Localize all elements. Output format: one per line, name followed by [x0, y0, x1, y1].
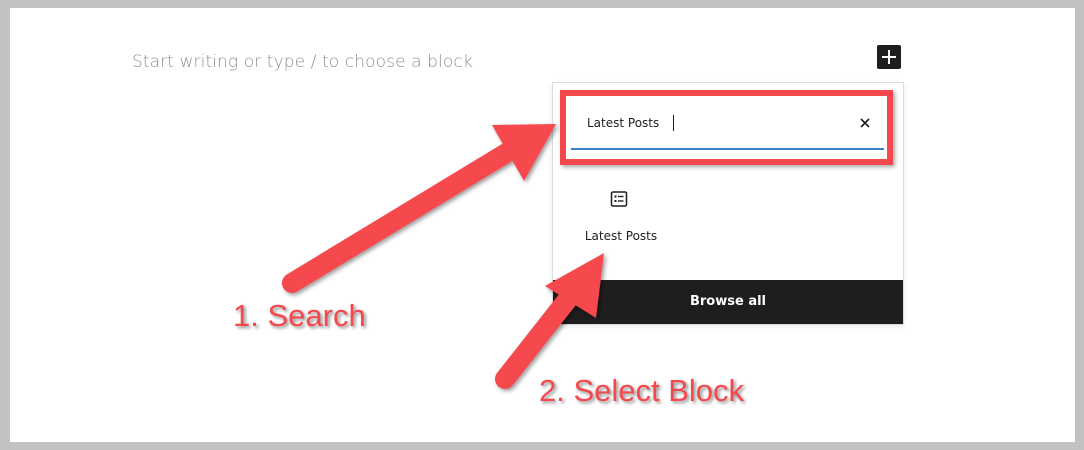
block-inserter-popover: Latest Posts Browse all [552, 82, 904, 325]
block-result-latest-posts[interactable]: Latest Posts [571, 179, 671, 259]
text-caret [673, 115, 674, 131]
browse-all-button[interactable]: Browse all [553, 280, 903, 324]
clear-search-button[interactable] [852, 111, 878, 135]
close-icon [860, 118, 870, 128]
post-list-icon [610, 191, 628, 207]
block-search-input[interactable] [571, 101, 884, 145]
block-search-field [571, 101, 884, 150]
plus-icon [882, 50, 896, 64]
add-block-button[interactable] [877, 45, 901, 69]
editor-placeholder[interactable]: Start writing or type / to choose a bloc… [132, 52, 473, 72]
search-focus-underline [571, 148, 884, 150]
editor-canvas: Start writing or type / to choose a bloc… [10, 8, 1075, 442]
block-result-label: Latest Posts [584, 229, 658, 243]
